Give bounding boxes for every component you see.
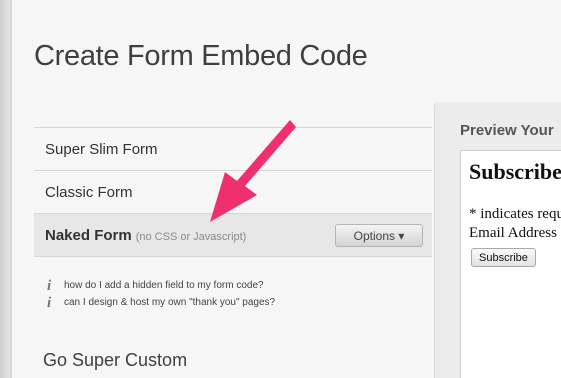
form-option-label: Classic Form	[45, 184, 133, 201]
preview-subscribe-button[interactable]: Subscribe	[471, 248, 536, 267]
window-edge	[0, 0, 10, 378]
form-option-super-slim[interactable]: Super Slim Form	[34, 127, 432, 170]
preview-email-label: Email Address	[469, 225, 557, 241]
preview-heading: Subscribe	[469, 159, 561, 184]
form-type-list: Super Slim Form Classic Form Naked Form(…	[34, 127, 432, 257]
form-option-label: Super Slim Form	[45, 141, 158, 158]
options-dropdown-button[interactable]: Options ▾	[335, 224, 423, 247]
preview-title: Preview Your	[460, 122, 554, 139]
form-option-classic[interactable]: Classic Form	[34, 170, 432, 213]
info-icon: i	[47, 295, 52, 311]
help-link-text[interactable]: can I design & host my own "thank you" p…	[64, 297, 275, 308]
help-link-hidden-field[interactable]: i how do I add a hidden field to my form …	[47, 278, 264, 295]
info-icon: i	[47, 278, 52, 294]
form-option-title: Naked Form	[45, 227, 132, 244]
page-title: Create Form Embed Code	[34, 40, 368, 72]
form-option-naked[interactable]: Naked Form (no CSS or Javascript) Options…	[34, 213, 432, 257]
preview-panel: Preview Your Subscribe * indicates requ …	[434, 102, 561, 378]
preview-required-note: * indicates requ	[469, 206, 561, 222]
help-link-thank-you-pages[interactable]: i can I design & host my own "thank you" …	[47, 295, 275, 312]
help-link-text[interactable]: how do I add a hidden field to my form c…	[64, 280, 264, 291]
form-option-note: (no CSS or Javascript)	[135, 231, 247, 243]
form-option-label: Naked Form (no CSS or Javascript)	[45, 227, 246, 244]
preview-form: Subscribe * indicates requ Email Address…	[460, 150, 561, 378]
section-title-go-super-custom: Go Super Custom	[43, 350, 188, 370]
